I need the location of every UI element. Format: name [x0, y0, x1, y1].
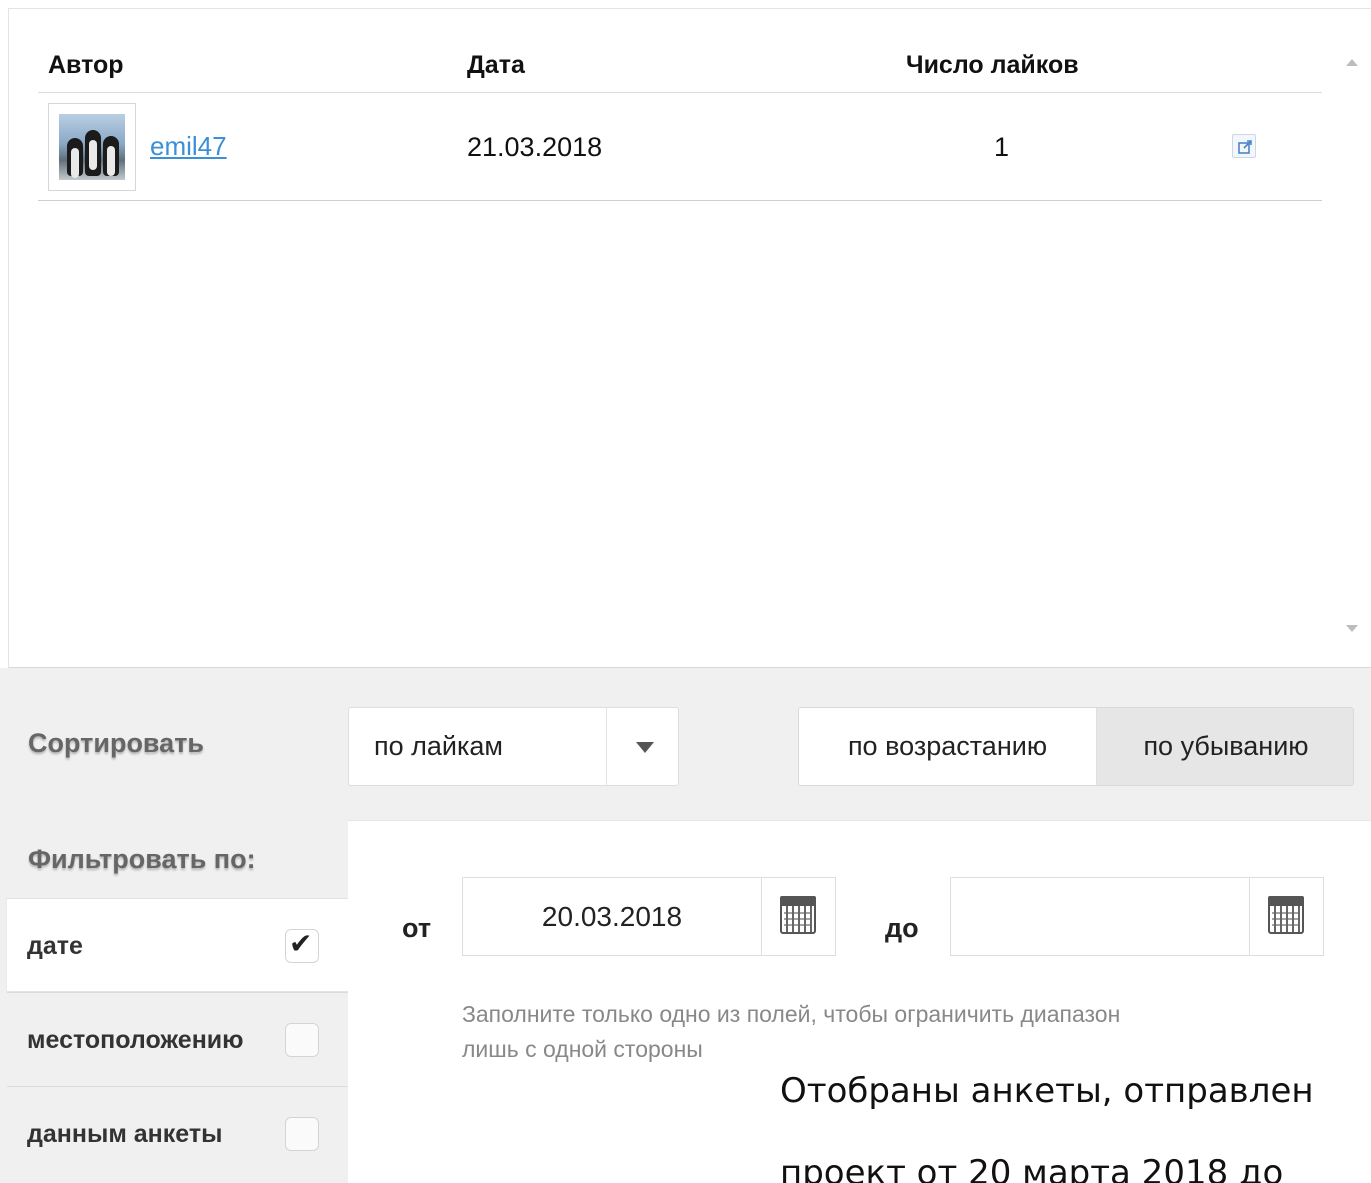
header-divider — [38, 92, 1322, 93]
column-header-date: Дата — [467, 51, 525, 79]
row-divider — [38, 200, 1322, 201]
filter-item-date[interactable]: дате ✔ — [7, 898, 348, 991]
row-likes: 1 — [994, 132, 1010, 162]
avatar[interactable] — [48, 103, 136, 191]
sort-field-select[interactable]: по лайкам — [348, 707, 679, 786]
date-from-calendar-button[interactable] — [762, 877, 836, 956]
row-date: 21.03.2018 — [467, 132, 603, 162]
sort-label: Сортировать — [28, 728, 205, 758]
external-link-icon[interactable] — [1232, 134, 1256, 158]
penguins-avatar-icon — [59, 114, 125, 180]
scroll-up-icon[interactable] — [1346, 59, 1358, 66]
date-from-input[interactable] — [462, 877, 762, 956]
filter-item-label: данным анкеты — [27, 1120, 223, 1148]
scrollbar[interactable] — [1334, 39, 1370, 639]
scroll-down-icon[interactable] — [1346, 625, 1358, 632]
chevron-down-icon — [636, 742, 654, 753]
filter-item-label: дате — [27, 932, 83, 960]
date-from-label: от — [402, 913, 432, 943]
caption-line-1: Отобраны анкеты, отправлен — [780, 1071, 1314, 1111]
order-desc-button[interactable]: по убыванию — [1097, 708, 1353, 785]
column-header-likes: Число лайков — [906, 51, 1079, 79]
order-asc-button[interactable]: по возрастанию — [799, 708, 1097, 785]
sort-field-value: по лайкам — [374, 731, 503, 761]
filter-item-location[interactable]: местоположению — [7, 992, 348, 1085]
calendar-icon — [1268, 896, 1304, 934]
filter-date-checkbox[interactable]: ✔ — [285, 928, 319, 963]
check-icon: ✔ — [289, 928, 313, 959]
results-panel: Автор Дата Число лайков emil47 21.03.201… — [8, 8, 1371, 668]
sort-order-toggle: по возрастанию по убыванию — [798, 707, 1354, 786]
author-link[interactable]: emil47 — [150, 131, 227, 162]
date-to-calendar-button[interactable] — [1250, 877, 1324, 956]
caption-text: Отобраны анкеты, отправлен проект от 20 … — [780, 1050, 1371, 1183]
date-to-input[interactable] — [950, 877, 1250, 956]
caption-line-2: проект от 20 марта 2018 до — [780, 1153, 1284, 1183]
date-to-label: до — [885, 913, 919, 943]
filter-location-checkbox[interactable] — [285, 1023, 319, 1057]
column-header-author: Автор — [48, 51, 124, 79]
filter-form-data-checkbox[interactable] — [285, 1117, 319, 1151]
filter-label: Фильтровать по: — [28, 844, 256, 874]
filter-item-form-data[interactable]: данным анкеты — [7, 1086, 348, 1179]
filter-item-label: местоположению — [27, 1026, 244, 1054]
calendar-icon — [780, 896, 816, 934]
